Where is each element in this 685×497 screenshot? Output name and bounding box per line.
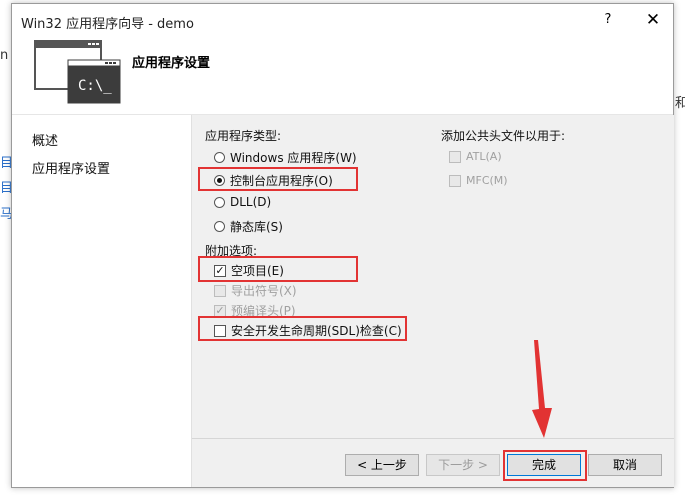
radio-label: DLL(D): [230, 195, 272, 209]
radio-label: 静态库(S): [230, 220, 283, 234]
next-button[interactable]: 下一步 >: [426, 454, 500, 476]
wizard-dialog: Win32 应用程序向导 - demo ? ✕ C:\_ 应用程序设置 概述 应…: [11, 3, 674, 488]
radio-windows-app[interactable]: Windows 应用程序(W): [214, 149, 357, 166]
background-text-fragment: n: [0, 48, 9, 63]
checkbox-mfc: MFC(M): [449, 174, 508, 187]
checkbox-atl: ATL(A): [449, 150, 502, 163]
help-button[interactable]: ?: [597, 10, 619, 30]
footer-separator: [192, 438, 674, 439]
checkbox-export-symbols: 导出符号(X): [214, 282, 297, 299]
highlight-box-empty-project: [198, 256, 358, 282]
checkbox-label: MFC(M): [466, 174, 508, 187]
radio-indicator[interactable]: [214, 152, 225, 163]
radio-indicator[interactable]: [214, 196, 225, 208]
checkbox-label: ATL(A): [466, 150, 502, 163]
background-text-fragment: 和: [675, 96, 685, 111]
title-bar[interactable]: Win32 应用程序向导 - demo ? ✕: [12, 4, 673, 36]
radio-dll[interactable]: DLL(D): [214, 195, 271, 209]
cancel-button[interactable]: 取消: [588, 454, 662, 476]
prev-button[interactable]: < 上一步: [345, 454, 419, 476]
radio-indicator[interactable]: [214, 221, 225, 232]
radio-label: Windows 应用程序(W): [230, 151, 357, 165]
checkbox-indicator: [449, 174, 461, 187]
window-title: Win32 应用程序向导 - demo: [21, 17, 194, 32]
common-headers-label: 添加公共头文件以用于:: [441, 129, 566, 143]
settings-panel: 应用程序类型: Windows 应用程序(W) 控制台应用程序(O) DLL(D…: [191, 115, 674, 487]
checkbox-indicator: [214, 284, 226, 297]
annotation-arrow-icon: [532, 340, 552, 438]
highlight-box-sdl: [198, 316, 407, 341]
wizard-nav: 概述 应用程序设置: [12, 115, 190, 487]
app-type-label: 应用程序类型:: [205, 129, 282, 143]
wizard-header: C:\_ 应用程序设置: [12, 36, 673, 115]
console-icon-text: C:\_: [78, 78, 112, 94]
page-title: 应用程序设置: [132, 56, 211, 71]
highlight-box-console: [198, 167, 358, 191]
checkbox-label: 导出符号(X): [231, 284, 297, 298]
checkbox-indicator: ✓: [214, 303, 226, 317]
highlight-box-finish: [503, 450, 587, 481]
nav-item-overview[interactable]: 概述: [32, 130, 58, 149]
nav-item-app-settings[interactable]: 应用程序设置: [32, 158, 110, 177]
checkbox-indicator: [449, 150, 461, 163]
console-app-icon: [34, 40, 121, 104]
close-button[interactable]: ✕: [642, 9, 664, 31]
radio-static-lib[interactable]: 静态库(S): [214, 218, 283, 235]
